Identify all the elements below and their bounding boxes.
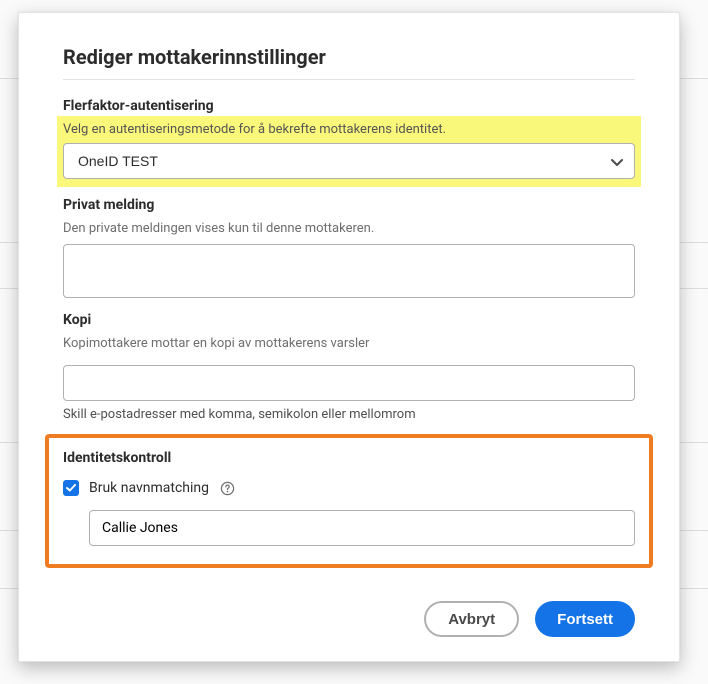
mfa-method-select[interactable]: OneID TEST [63, 143, 635, 179]
copy-recipients-input[interactable] [63, 365, 635, 401]
name-matching-checkbox[interactable] [63, 480, 79, 496]
mfa-hint: Velg en autentiseringsmetode for å bekre… [63, 122, 635, 137]
identity-check-highlight-box: Identitetskontroll Bruk navnmatching [45, 434, 653, 568]
mfa-section-label: Flerfaktor-autentisering [63, 98, 635, 114]
copy-below-hint: Skill e-postadresser med komma, semikolo… [63, 407, 635, 422]
divider [63, 79, 635, 80]
copy-hint: Kopimottakere mottar en kopi av mottaker… [63, 336, 635, 351]
continue-button[interactable]: Fortsett [535, 601, 635, 637]
private-message-textarea[interactable] [63, 244, 635, 298]
checkmark-icon [66, 484, 76, 492]
mfa-highlight-region: Velg en autentiseringsmetode for å bekre… [57, 116, 641, 187]
name-matching-row: Bruk navnmatching [63, 480, 635, 496]
mfa-method-select-button[interactable]: OneID TEST [63, 143, 635, 179]
name-matching-label: Bruk navnmatching [89, 480, 209, 496]
name-matching-input[interactable] [89, 510, 635, 546]
copy-section-label: Kopi [63, 312, 635, 328]
identity-section-label: Identitetskontroll [63, 450, 635, 466]
cancel-button[interactable]: Avbryt [424, 601, 519, 637]
help-icon[interactable] [219, 480, 235, 496]
edit-recipient-settings-modal: Rediger mottakerinnstillinger Flerfaktor… [18, 12, 680, 662]
modal-footer: Avbryt Fortsett [63, 569, 635, 637]
private-message-hint: Den private meldingen vises kun til denn… [63, 221, 635, 236]
modal-title: Rediger mottakerinnstillinger [63, 45, 635, 69]
private-message-label: Privat melding [63, 197, 635, 213]
